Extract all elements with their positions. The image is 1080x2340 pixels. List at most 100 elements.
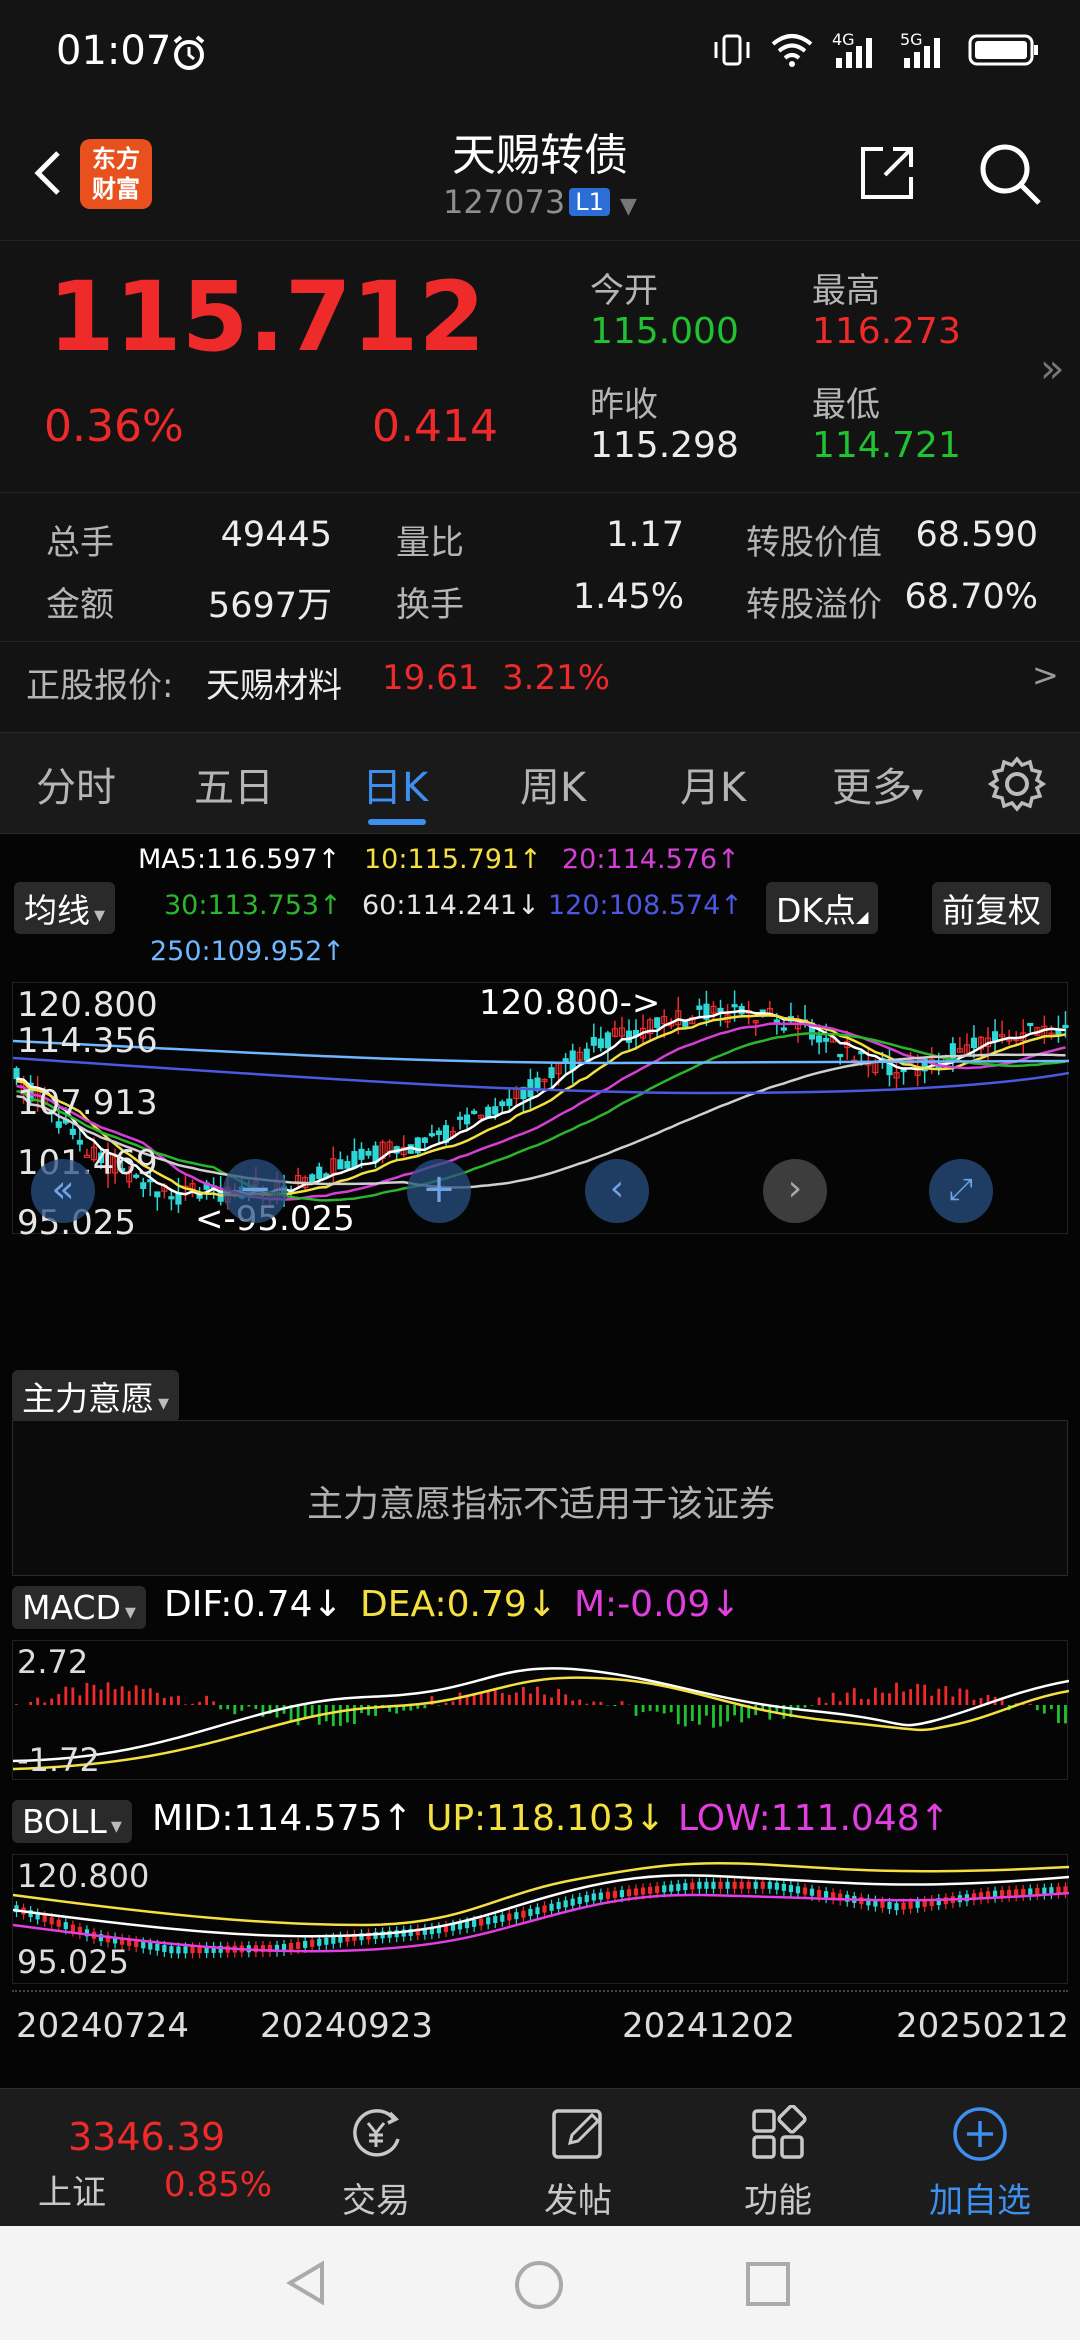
kline-main-panel[interactable]: 120.800 114.356 107.913 101.469 95.025 1… xyxy=(12,982,1069,1243)
add-watchlist-button[interactable]: 加自选 xyxy=(910,2105,1050,2222)
macd-bar xyxy=(669,1705,673,1713)
ma10-line xyxy=(16,1014,1066,1197)
tab-intraday[interactable]: 分时 xyxy=(36,755,116,813)
turnover-label: 换手 xyxy=(396,585,464,625)
date-label-1: 20240724 xyxy=(16,2006,190,2046)
index-name: 上证 xyxy=(38,2173,106,2213)
search-icon[interactable] xyxy=(975,139,1045,209)
ma-dropdown-button[interactable]: 均线 ▾ xyxy=(14,882,116,934)
candle-body xyxy=(625,1030,633,1043)
macd-bar xyxy=(895,1682,898,1705)
fullscreen-icon[interactable]: ⤢ xyxy=(929,1159,993,1223)
nav-home-icon[interactable] xyxy=(512,2258,566,2312)
macd-bar xyxy=(120,1686,124,1705)
macd-bar xyxy=(43,1702,47,1705)
boll-candle-body xyxy=(155,1943,160,1951)
macd-bar xyxy=(226,1705,230,1710)
chevron-down-icon: ▼ xyxy=(620,194,637,219)
boll-candle-body xyxy=(70,1924,75,1932)
main-force-dropdown[interactable]: 主力意愿 ▾ xyxy=(12,1370,180,1422)
boll-candle-body xyxy=(331,1936,336,1944)
macd-dropdown[interactable]: MACD ▾ xyxy=(12,1586,146,1629)
tab-weekly-k[interactable]: 周K xyxy=(520,755,586,813)
price-adjust-button[interactable]: 前复权 xyxy=(932,882,1051,934)
macd-bar xyxy=(78,1695,82,1705)
macd-bar xyxy=(951,1696,955,1705)
function-button[interactable]: 功能 xyxy=(708,2104,848,2222)
volume-value: 49445 xyxy=(220,515,332,555)
scroll-right-icon[interactable]: › xyxy=(763,1159,827,1223)
boll-dropdown[interactable]: BOLL ▾ xyxy=(12,1800,132,1843)
quote-panel: 115.712 0.36% 0.414 今开 115.000 最高 116.27… xyxy=(0,240,1080,492)
zoom-in-icon[interactable]: + xyxy=(407,1159,471,1223)
boll-candle-body xyxy=(556,1902,561,1910)
expand-chevron-icon[interactable]: » xyxy=(1040,346,1064,392)
vol-ratio-label: 量比 xyxy=(396,523,464,563)
macd-bar xyxy=(15,1704,18,1705)
chevron-right-icon: > xyxy=(1032,656,1059,694)
boll-up: UP:118.103↓ xyxy=(426,1798,666,1839)
date-label-4: 20250212 xyxy=(896,2006,1070,2046)
nav-back-icon[interactable] xyxy=(282,2258,332,2308)
macd-bar xyxy=(726,1705,729,1722)
add-circle-icon xyxy=(953,2107,1007,2161)
macd-bar xyxy=(99,1689,103,1705)
tab-monthly-k[interactable]: 月K xyxy=(680,755,746,813)
trade-button[interactable]: 交易 xyxy=(306,2105,446,2222)
boll-candle-body xyxy=(514,1912,519,1920)
boll-candle-body xyxy=(190,1946,195,1954)
boll-candle-body xyxy=(500,1914,505,1922)
nav-recents-icon[interactable] xyxy=(744,2260,792,2308)
boll-candle-body xyxy=(732,1881,737,1889)
macd-bar xyxy=(972,1699,976,1705)
high-value: 116.273 xyxy=(812,311,961,352)
macd-bar xyxy=(536,1686,539,1705)
jump-to-start-icon[interactable]: « xyxy=(31,1159,95,1223)
boll-candle-body xyxy=(915,1900,920,1908)
macd-bar xyxy=(712,1705,715,1728)
y-label-2: 114.356 xyxy=(17,1021,158,1061)
ma30-label: 30:113.753↑ xyxy=(164,890,342,921)
index-quote[interactable]: 3346.39 上证 0.85% xyxy=(0,2089,300,2227)
candle-body xyxy=(569,1050,576,1071)
share-icon[interactable] xyxy=(855,141,919,205)
zoom-out-icon[interactable]: − xyxy=(223,1159,287,1223)
bottom-toolbar: 3346.39 上证 0.85% 交易 发帖 功能 加自选 xyxy=(0,2088,1080,2226)
boll-bottom-label: 95.025 xyxy=(17,1943,129,1981)
trade-label: 交易 xyxy=(342,2181,410,2221)
candle-body xyxy=(485,1106,492,1118)
scroll-left-icon[interactable]: ‹ xyxy=(585,1159,649,1223)
boll-candle-body xyxy=(788,1885,794,1893)
macd-bar xyxy=(824,1702,828,1705)
macd-bar xyxy=(92,1684,96,1705)
macd-label: MACD xyxy=(22,1588,121,1627)
signal-5g-label: 5G xyxy=(900,30,923,49)
settings-gear-icon[interactable] xyxy=(988,755,1046,813)
dk-point-button[interactable]: DK点◢ xyxy=(766,882,879,934)
macd-bar xyxy=(902,1691,905,1705)
ma250-label: 250:109.952↑ xyxy=(150,936,345,967)
stats-panel: 总手 49445 量比 1.17 转股价值 68.590 金额 5697万 换手… xyxy=(0,492,1080,732)
post-button[interactable]: 发帖 xyxy=(508,2105,648,2222)
low-label: 最低 xyxy=(812,385,880,425)
wifi-icon xyxy=(771,34,813,67)
trade-yen-icon xyxy=(353,2109,400,2157)
dk-button-label: DK点 xyxy=(776,891,857,930)
tab-five-day[interactable]: 五日 xyxy=(194,755,274,813)
last-price: 115.712 xyxy=(48,261,486,373)
boll-candle-body xyxy=(141,1941,146,1949)
tab-daily-k[interactable]: 日K xyxy=(362,755,428,813)
boll-candle-body xyxy=(887,1901,892,1909)
candle-body xyxy=(499,1101,506,1107)
candle-body xyxy=(358,1148,365,1160)
candle-body xyxy=(365,1150,372,1156)
tab-more[interactable]: 更多▾ xyxy=(832,755,923,813)
macd-bar xyxy=(479,1692,483,1705)
underlying-stock-row[interactable]: 正股报价: 天赐材料 19.61 3.21% > xyxy=(0,641,1080,713)
candle-body xyxy=(992,1031,999,1042)
boll-candle-body xyxy=(605,1891,610,1899)
boll-up-line xyxy=(13,1861,1069,1927)
macd-bar xyxy=(71,1687,75,1705)
macd-bar xyxy=(979,1697,983,1705)
macd-bar xyxy=(247,1705,251,1707)
